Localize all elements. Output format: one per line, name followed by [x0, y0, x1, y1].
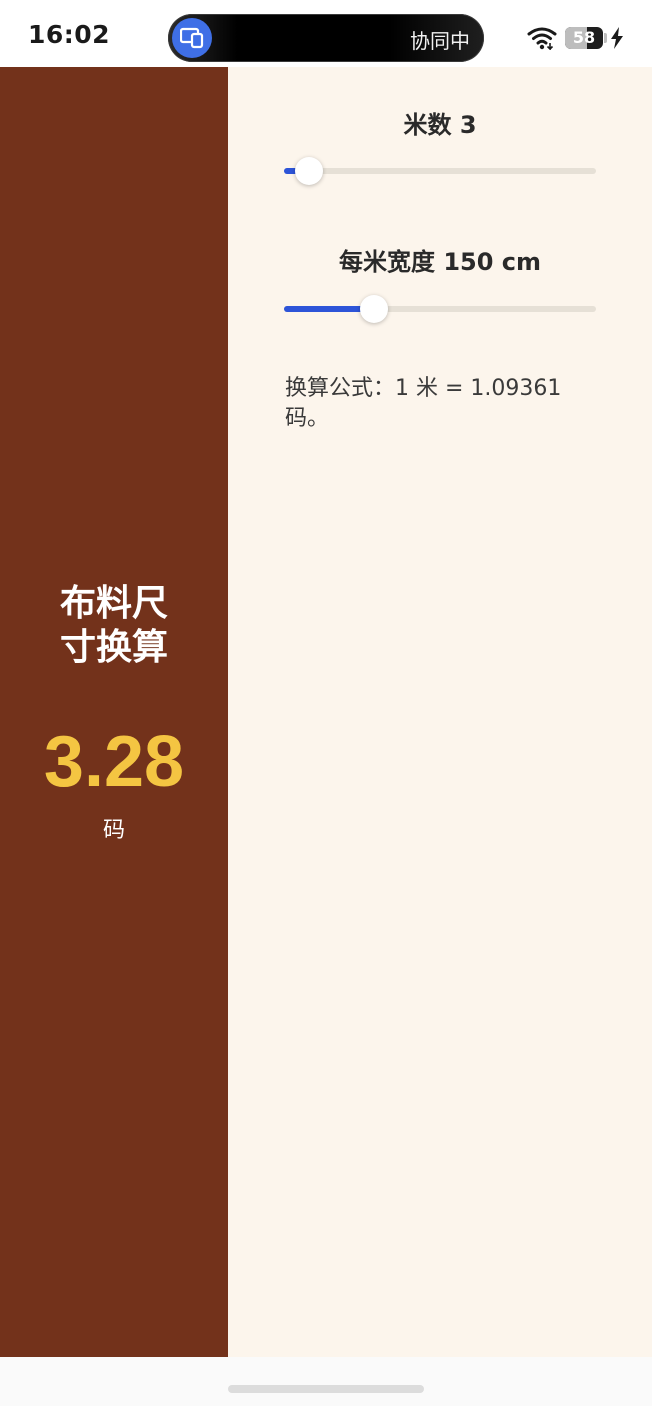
meters-slider-thumb[interactable] [294, 157, 323, 185]
charging-icon [610, 27, 624, 53]
battery-level: 58 [572, 28, 596, 47]
app-title-line-2: 寸换算 [59, 627, 168, 668]
app-screen: 16:02 协同中 58 布料尺 寸换算 3.28 码 米数 3 每米宽度 15… [0, 0, 652, 1406]
app-title: 布料尺 寸换算 [0, 582, 228, 670]
width-slider[interactable] [284, 294, 596, 324]
status-bar: 16:02 协同中 58 [0, 0, 652, 67]
status-time: 16:02 [28, 20, 111, 49]
width-slider-thumb[interactable] [360, 295, 389, 323]
meters-slider-track[interactable] [284, 168, 596, 174]
wifi-icon [527, 26, 557, 54]
home-indicator[interactable] [228, 1385, 424, 1393]
meters-slider[interactable] [284, 156, 596, 186]
collab-status-text: 协同中 [410, 29, 470, 53]
battery-icon: 58 [565, 27, 603, 49]
collab-island[interactable]: 协同中 [168, 14, 484, 62]
battery-cap [604, 33, 607, 43]
width-label: 每米宽度 150 cm [338, 248, 542, 276]
conversion-formula: 换算公式：1 米 = 1.09361 码。 [285, 376, 562, 431]
meters-label: 米数 3 [403, 111, 477, 139]
bottom-bar [0, 1357, 652, 1406]
result-value: 3.28 [43, 722, 185, 802]
devices-icon [172, 18, 212, 58]
controls-panel: 米数 3 每米宽度 150 cm 换算公式：1 米 = 1.09361 码。 [228, 67, 652, 1357]
result-panel: 布料尺 寸换算 3.28 码 [0, 67, 228, 1357]
app-title-line-1: 布料尺 [59, 583, 168, 624]
result-unit: 码 [102, 818, 125, 843]
